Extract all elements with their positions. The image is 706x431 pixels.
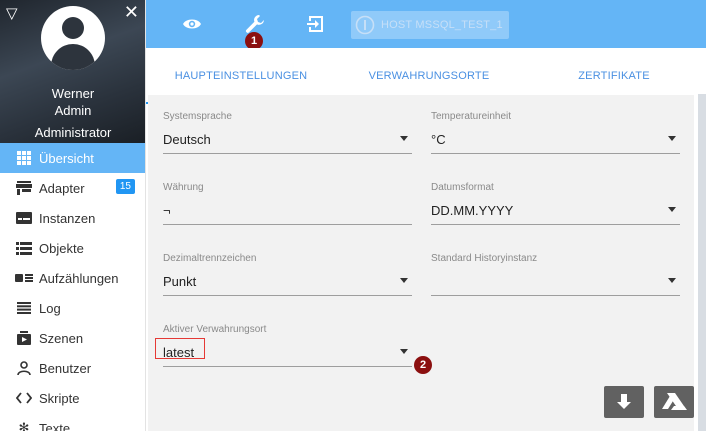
profile-username: Admin: [54, 103, 92, 118]
sidebar-item-skripte[interactable]: Skripte: [0, 383, 145, 413]
sidebar-item-label: Aufzählungen: [39, 270, 119, 286]
instances-icon: [15, 210, 33, 226]
dropdown-caret-icon[interactable]: [400, 349, 408, 354]
grid-icon: [15, 150, 33, 166]
log-icon: [15, 300, 33, 316]
field-value: °C: [431, 132, 446, 147]
field-value: DD.MM.YYYY: [431, 203, 514, 218]
sidebar-item-label: Log: [39, 300, 61, 316]
sidebar-item-adapter[interactable]: Adapter 15: [0, 173, 145, 203]
sidebar-item-label: Skripte: [39, 390, 80, 406]
sidebar-item-instanzen[interactable]: Instanzen: [0, 203, 145, 233]
sidebar-item-label: Benutzer: [39, 360, 92, 376]
upload-drive-icon: [662, 393, 687, 410]
download-button[interactable]: [604, 386, 644, 418]
eye-icon[interactable]: [180, 12, 204, 36]
field-value: ¬: [163, 203, 171, 218]
sidebar-item-uebersicht[interactable]: Übersicht: [0, 143, 145, 173]
field-label: Währung: [163, 182, 204, 193]
field-label: Temperatureinheit: [431, 111, 512, 122]
dropdown-caret-icon[interactable]: [668, 278, 676, 283]
download-icon: [617, 394, 631, 409]
sidebar-item-label: Instanzen: [39, 210, 96, 226]
store-icon: [15, 180, 33, 196]
sidebar-item-label: Übersicht: [39, 150, 94, 166]
info-icon: [355, 15, 375, 35]
field-label: Aktiver Verwahrungsort: [163, 324, 267, 335]
host-selector[interactable]: HOST MSSQL_TEST_1: [351, 11, 509, 39]
sidebar: ▽ ✕ Werner Admin Administrator Übersicht…: [0, 0, 146, 431]
snowflake-icon: ✻: [18, 420, 30, 431]
logo-icon[interactable]: ▽: [6, 4, 18, 22]
field-value: Deutsch: [163, 132, 211, 147]
profile-header: ▽ ✕ Werner Admin Administrator: [0, 0, 145, 143]
enum-icon: [15, 270, 33, 286]
sidebar-item-aufzaehlungen[interactable]: Aufzählungen: [0, 263, 145, 293]
sidebar-item-szenen[interactable]: Szenen: [0, 323, 145, 353]
field-label: Dezimaltrennzeichen: [163, 253, 257, 264]
avatar: [41, 6, 105, 70]
field-label: Datumsformat: [431, 182, 494, 193]
main-content: HAUPTEINSTELLUNGEN VERWAHRUNGSORTE ZERTI…: [146, 48, 706, 431]
upload-button[interactable]: [654, 386, 694, 418]
scenes-icon: [15, 330, 33, 346]
sidebar-item-objekte[interactable]: Objekte: [0, 233, 145, 263]
sidebar-item-label: Szenen: [39, 330, 84, 346]
field-label: Standard Historyinstanz: [431, 253, 538, 264]
close-icon[interactable]: ✕: [124, 2, 139, 23]
dropdown-caret-icon[interactable]: [668, 207, 676, 212]
sidebar-item-label: Texte: [39, 420, 71, 431]
profile-first-name: Werner: [51, 86, 95, 101]
dropdown-caret-icon[interactable]: [668, 136, 676, 141]
code-icon: [15, 390, 33, 406]
sidebar-nav: Übersicht Adapter 15 Instanzen Objekte A…: [0, 143, 145, 431]
scrollbar[interactable]: [698, 94, 706, 431]
sidebar-item-label: Objekte: [39, 240, 84, 256]
profile-role: Administrator: [34, 125, 112, 140]
logout-icon[interactable]: [304, 12, 328, 36]
dropdown-caret-icon[interactable]: [400, 136, 408, 141]
sidebar-item-texte[interactable]: ✻ Texte: [0, 413, 145, 431]
sidebar-item-log[interactable]: Log: [0, 293, 145, 323]
field-label: Systemsprache: [163, 111, 232, 122]
host-label: HOST MSSQL_TEST_1: [381, 19, 503, 31]
top-toolbar: 1 HOST MSSQL_TEST_1: [146, 0, 706, 50]
dropdown-caret-icon[interactable]: [400, 278, 408, 283]
settings-panel: Systemsprache Deutsch Temperatureinheit …: [148, 95, 694, 431]
adapter-count-badge: 15: [115, 179, 135, 194]
user-icon: [15, 360, 33, 376]
field-value: latest: [163, 345, 195, 360]
step-marker-2: 2: [414, 356, 432, 374]
field-value: Punkt: [163, 274, 197, 289]
sidebar-item-benutzer[interactable]: Benutzer: [0, 353, 145, 383]
list-icon: [15, 240, 33, 256]
sidebar-item-label: Adapter: [39, 180, 85, 196]
